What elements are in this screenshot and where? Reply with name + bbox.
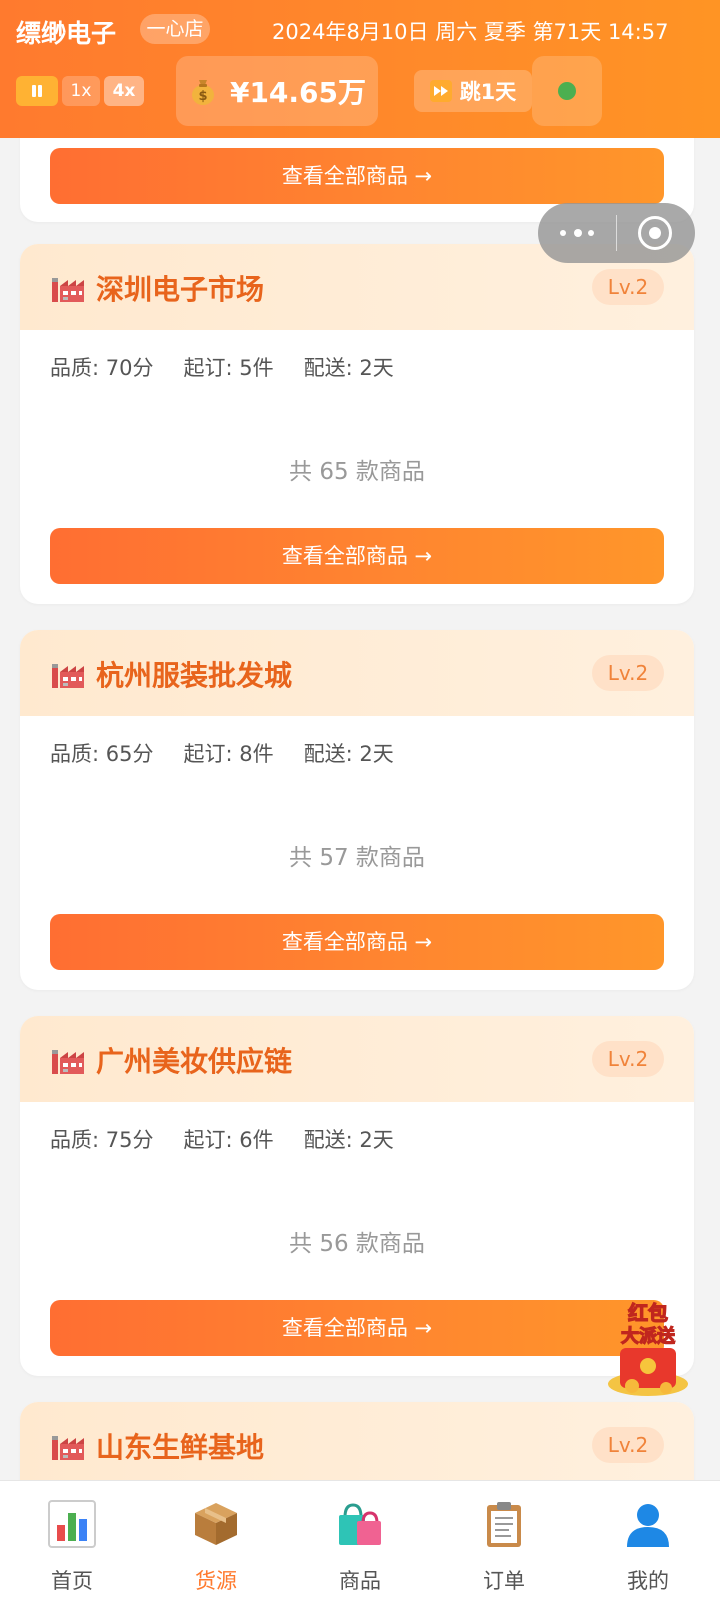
tab-products[interactable]: 商品: [288, 1481, 432, 1600]
connection-status[interactable]: [532, 56, 602, 126]
top-status-header: 缥缈电子 一心店 2024年8月10日 周六 夏季 第71天 14:57 1x …: [0, 0, 720, 138]
supplier-level-badge: Lv.2: [592, 655, 664, 691]
tab-label: 首页: [51, 1569, 93, 1593]
supplier-name: 杭州服装批发城: [96, 659, 293, 692]
supplier-level-badge: Lv.2: [592, 269, 664, 305]
speed-1x-button[interactable]: 1x: [62, 76, 100, 106]
promo-line2: 大派送: [621, 1325, 676, 1347]
tab-label: 货源: [195, 1569, 237, 1593]
user-icon: [627, 1504, 669, 1547]
package-icon: [195, 1503, 237, 1545]
tab-label: 我的: [627, 1569, 669, 1593]
skip-day-label: 跳1天: [459, 80, 517, 104]
delivery-stat: 配送: 2天: [303, 742, 394, 766]
product-count: 共 56 款商品: [289, 1231, 425, 1257]
more-dots-icon[interactable]: [560, 229, 596, 237]
bottom-tab-bar: 首页 货源 商品 订单 我的: [0, 1480, 720, 1600]
supplier-name: 山东生鲜基地: [96, 1431, 265, 1464]
tab-label: 商品: [339, 1569, 381, 1593]
miniprogram-capsule: [538, 203, 695, 263]
min-order-stat: 起订: 5件: [183, 356, 274, 380]
shop-name: 缥缈电子: [16, 19, 117, 48]
supplier-name: 深圳电子市场: [96, 273, 265, 306]
speed-4x-button[interactable]: 4x: [104, 76, 144, 106]
supplier-stats: 品质: 75分 起订: 6件 配送: 2天: [50, 1124, 394, 1154]
tab-sources[interactable]: 货源: [144, 1481, 288, 1600]
money-display: $ ¥14.65万: [176, 56, 378, 126]
factory-icon: [52, 1436, 84, 1460]
tab-home[interactable]: 首页: [0, 1481, 144, 1600]
supplier-stats: 品质: 65分 起订: 8件 配送: 2天: [50, 738, 394, 768]
supplier-card-header: 广州美妆供应链 Lv.2: [20, 1016, 694, 1102]
quality-stat: 品质: 70分: [50, 356, 154, 380]
view-all-products-button[interactable]: 查看全部商品 →: [50, 914, 664, 970]
delivery-stat: 配送: 2天: [303, 356, 394, 380]
supplier-card-header: 山东生鲜基地 Lv.2: [20, 1402, 694, 1488]
skip-day-button[interactable]: 跳1天: [414, 70, 532, 112]
supplier-card-header: 杭州服装批发城 Lv.2: [20, 630, 694, 716]
quality-stat: 品质: 65分: [50, 742, 154, 766]
pause-icon: [31, 85, 43, 97]
close-miniprogram-icon[interactable]: [638, 216, 672, 250]
speed-controls: 1x 4x: [16, 76, 144, 106]
tab-label: 订单: [483, 1569, 525, 1593]
product-count: 共 65 款商品: [289, 459, 425, 485]
pause-button[interactable]: [16, 76, 58, 106]
view-all-products-button[interactable]: 查看全部商品 →: [50, 1300, 664, 1356]
tab-profile[interactable]: 我的: [576, 1481, 720, 1600]
min-order-stat: 起订: 6件: [183, 1128, 274, 1152]
shopping-bags-icon: [339, 1503, 381, 1545]
factory-icon: [52, 278, 84, 302]
supplier-level-badge: Lv.2: [592, 1427, 664, 1463]
money-bag-icon: $: [191, 80, 214, 105]
fast-forward-icon: [429, 80, 452, 102]
supplier-name: 广州美妆供应链: [96, 1045, 293, 1078]
supplier-card: 广州美妆供应链 Lv.2 品质: 75分 起订: 6件 配送: 2天 共 56 …: [20, 1016, 694, 1376]
quality-stat: 品质: 75分: [50, 1128, 154, 1152]
supplier-level-badge: Lv.2: [592, 1041, 664, 1077]
delivery-stat: 配送: 2天: [303, 1128, 394, 1152]
money-value: ¥14.65万: [229, 76, 367, 109]
view-all-products-button[interactable]: 查看全部商品 →: [50, 148, 664, 204]
svg-text:$: $: [198, 89, 207, 104]
shop-level-badge: 一心店: [140, 14, 210, 44]
game-datetime: 2024年8月10日 周六 夏季 第71天 14:57: [272, 20, 669, 44]
factory-icon: [52, 1050, 84, 1074]
min-order-stat: 起订: 8件: [183, 742, 274, 766]
tab-orders[interactable]: 订单: [432, 1481, 576, 1600]
product-count: 共 57 款商品: [289, 845, 425, 871]
supplier-card: 杭州服装批发城 Lv.2 品质: 65分 起订: 8件 配送: 2天 共 57 …: [20, 630, 694, 990]
red-envelope-icon: 红包 大派送: [608, 1300, 688, 1396]
factory-icon: [52, 664, 84, 688]
view-all-products-button[interactable]: 查看全部商品 →: [50, 528, 664, 584]
promo-line1: 红包: [628, 1301, 668, 1325]
red-envelope-promo[interactable]: 红包 大派送: [602, 1300, 694, 1400]
status-dot-icon: [558, 82, 576, 100]
supplier-card: 深圳电子市场 Lv.2 品质: 70分 起订: 5件 配送: 2天 共 65 款…: [20, 244, 694, 604]
supplier-stats: 品质: 70分 起订: 5件 配送: 2天: [50, 352, 394, 382]
capsule-divider: [616, 215, 617, 251]
bar-chart-icon: [48, 1500, 96, 1548]
clipboard-icon: [487, 1502, 521, 1547]
